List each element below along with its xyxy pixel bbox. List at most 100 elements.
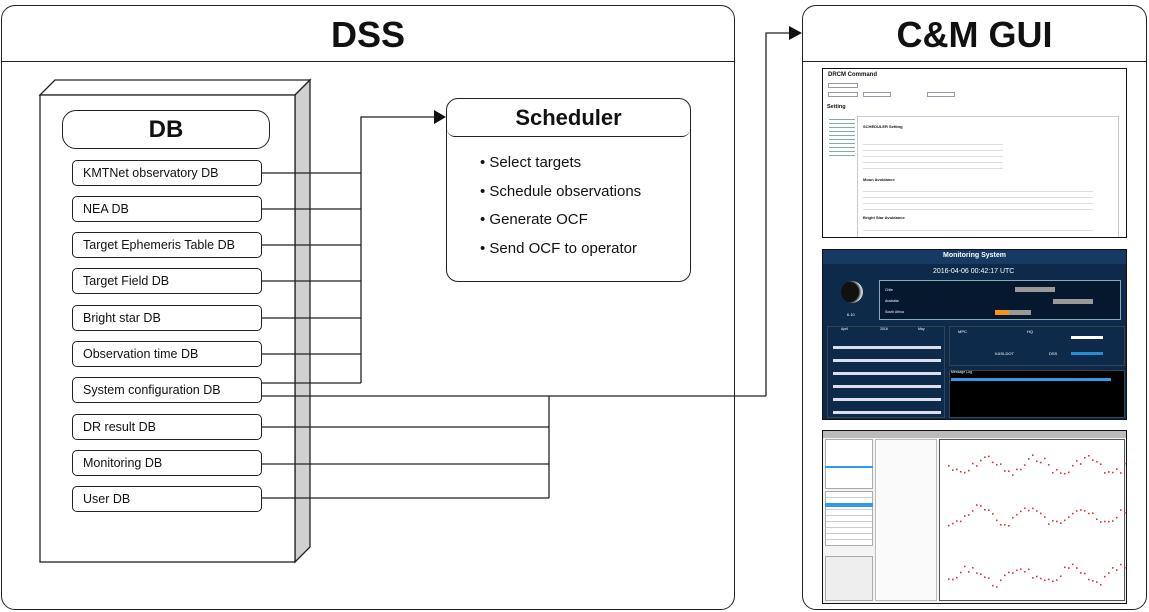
plot-point bbox=[1092, 512, 1094, 514]
plot-point bbox=[1044, 516, 1046, 518]
scheduler-task: • Send OCF to operator bbox=[480, 235, 690, 264]
plot-point bbox=[1084, 510, 1086, 512]
plot-point bbox=[960, 470, 962, 473]
plot-point bbox=[976, 504, 978, 506]
plot-point bbox=[1064, 519, 1066, 522]
plot-point bbox=[1108, 572, 1110, 574]
plot-point bbox=[1080, 572, 1082, 574]
scheduler-box: Scheduler • Select targets • Schedule obs… bbox=[446, 98, 691, 282]
plot-point bbox=[968, 514, 970, 516]
bullet-icon: • bbox=[480, 211, 490, 228]
scheduler-task-label: Send OCF to operator bbox=[489, 239, 637, 257]
plot-point bbox=[1100, 463, 1102, 466]
bullet-icon: • bbox=[480, 154, 490, 171]
scheduler-task-label: Generate OCF bbox=[489, 211, 588, 228]
plot-point bbox=[1056, 520, 1058, 523]
plot-point bbox=[980, 459, 982, 462]
plot-point bbox=[1024, 507, 1026, 510]
plot-point bbox=[992, 513, 994, 515]
plot-point bbox=[1116, 468, 1118, 470]
plot-point bbox=[1108, 471, 1110, 473]
plot-point bbox=[1100, 521, 1102, 523]
drcm-command-screenshot: DRCM Command Setting SCHEDULER Setting M… bbox=[822, 68, 1127, 238]
plot-point bbox=[992, 584, 994, 587]
plot-point bbox=[1124, 462, 1126, 465]
plot-point bbox=[1012, 572, 1014, 574]
plot-point bbox=[1100, 584, 1102, 586]
calendar-next-month: May bbox=[918, 327, 925, 331]
plot-point bbox=[1072, 563, 1074, 566]
plot-point bbox=[1116, 569, 1118, 571]
plot-point bbox=[1040, 512, 1042, 515]
plot-point bbox=[1068, 516, 1070, 519]
plot-point bbox=[1016, 513, 1018, 516]
plot-point bbox=[988, 509, 990, 512]
db-item: KMTNet observatory DB bbox=[72, 160, 262, 186]
plot-point bbox=[1052, 519, 1054, 522]
scheduler-task-list: • Select targets • Schedule observations •… bbox=[447, 137, 690, 263]
drcm-section-bright-star: Bright Star Avoidance bbox=[863, 215, 905, 220]
plot-point bbox=[960, 520, 962, 523]
plot-point bbox=[1080, 509, 1082, 511]
plot-point bbox=[1108, 520, 1110, 523]
plot-point bbox=[1044, 457, 1046, 460]
plot-point bbox=[1016, 468, 1018, 471]
plot-point bbox=[952, 469, 954, 471]
plot-point bbox=[1004, 574, 1006, 577]
plot-point bbox=[1032, 454, 1034, 456]
calendar-month: April bbox=[841, 327, 849, 331]
db-title: DB bbox=[62, 110, 270, 149]
light-curve-tool-screenshot bbox=[822, 430, 1127, 604]
calendar-year: 2016 bbox=[880, 327, 888, 331]
scheduler-task: • Generate OCF bbox=[480, 206, 690, 235]
plot-point bbox=[968, 469, 970, 472]
monitoring-system-screenshot: Monitoring System 2016-04-06 00:42:17 UT… bbox=[822, 249, 1127, 420]
plot-point bbox=[1008, 525, 1010, 527]
drcm-title: DRCM Command bbox=[828, 72, 877, 78]
db-item: Bright star DB bbox=[72, 305, 262, 331]
plot-point bbox=[1032, 507, 1034, 510]
plot-point bbox=[980, 505, 982, 507]
plot-point bbox=[1020, 510, 1022, 513]
plot-point bbox=[948, 578, 950, 580]
plot-point bbox=[1052, 580, 1054, 583]
plot-point bbox=[952, 578, 954, 581]
scheduler-task-label: Select targets bbox=[489, 154, 582, 171]
bullet-icon: • bbox=[480, 182, 490, 200]
moon-age: 6.10 bbox=[847, 312, 855, 317]
plot-point bbox=[972, 462, 974, 465]
plot-point bbox=[956, 468, 958, 471]
plot-point bbox=[1076, 510, 1078, 512]
plot-point bbox=[972, 566, 974, 569]
plot-point bbox=[1104, 472, 1106, 474]
plot-point bbox=[1056, 468, 1058, 471]
db-item: Target Ephemeris Table DB bbox=[72, 232, 262, 258]
plot-point bbox=[964, 565, 966, 568]
plot-point bbox=[1000, 579, 1002, 582]
plot-point bbox=[1028, 458, 1030, 460]
bullet-icon: • bbox=[480, 239, 490, 257]
plot-point bbox=[1040, 461, 1042, 464]
node-hq: HQ bbox=[1027, 329, 1033, 334]
moon-icon bbox=[841, 281, 863, 303]
plot-point bbox=[1104, 520, 1106, 523]
plot-point bbox=[1096, 581, 1098, 583]
plot-point bbox=[1028, 509, 1030, 512]
plot-point bbox=[952, 522, 954, 525]
plot-point bbox=[1060, 522, 1062, 524]
plot-point bbox=[1072, 512, 1074, 515]
plot-point bbox=[1096, 518, 1098, 521]
plot-point bbox=[1000, 463, 1002, 465]
site-australia: Australia bbox=[885, 299, 899, 303]
plot-point bbox=[948, 464, 950, 467]
plot-point bbox=[1028, 568, 1030, 571]
plot-point bbox=[1048, 578, 1050, 581]
plot-point bbox=[1120, 472, 1122, 474]
plot-point bbox=[988, 577, 990, 579]
node-mpc: MPC bbox=[958, 329, 967, 334]
plot-point bbox=[1024, 464, 1026, 466]
plot-point bbox=[1012, 474, 1014, 476]
plot-point bbox=[1020, 568, 1022, 570]
plot-point bbox=[1056, 579, 1058, 581]
plot-point bbox=[964, 471, 966, 474]
